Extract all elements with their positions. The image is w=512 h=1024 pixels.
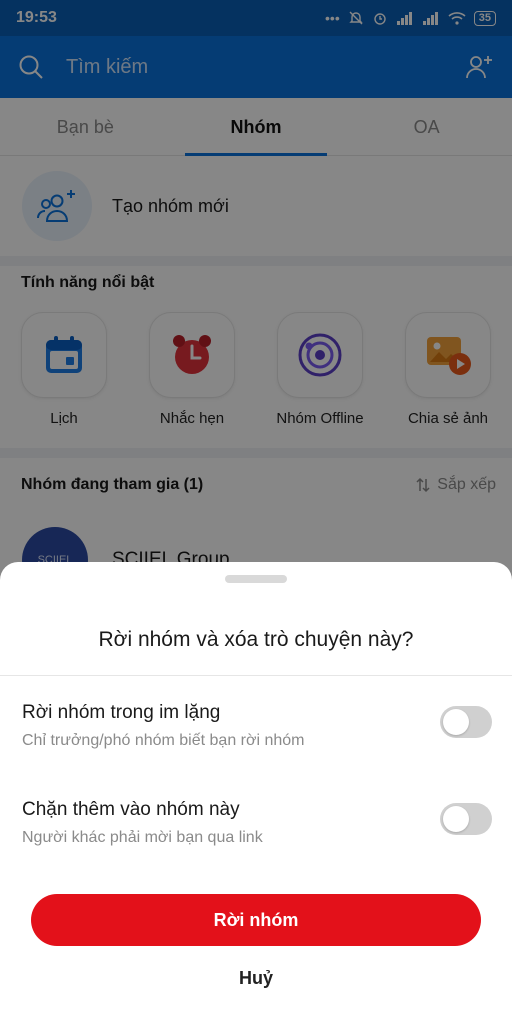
leave-silently-toggle[interactable] [440, 706, 492, 738]
sheet-drag-handle[interactable] [225, 575, 287, 583]
sheet-divider [0, 675, 512, 676]
cancel-button[interactable]: Huỷ [0, 968, 512, 989]
leave-group-sheet: Rời nhóm và xóa trò chuyện này? Rời nhóm… [0, 562, 512, 1024]
option-block-readd: Chặn thêm vào nhóm này Người khác phải m… [22, 799, 492, 847]
toggle-knob [443, 806, 469, 832]
option-title: Rời nhóm trong im lặng [22, 702, 221, 723]
option-leave-silently: Rời nhóm trong im lặng Chỉ trưởng/phó nh… [22, 702, 492, 750]
option-description: Người khác phải mời bạn qua link [22, 829, 263, 846]
option-title: Chặn thêm vào nhóm này [22, 799, 240, 820]
toggle-knob [443, 709, 469, 735]
leave-group-button[interactable]: Rời nhóm [31, 894, 481, 946]
sheet-title: Rời nhóm và xóa trò chuyện này? [98, 628, 414, 651]
block-readd-toggle[interactable] [440, 803, 492, 835]
option-description: Chỉ trưởng/phó nhóm biết bạn rời nhóm [22, 732, 305, 749]
